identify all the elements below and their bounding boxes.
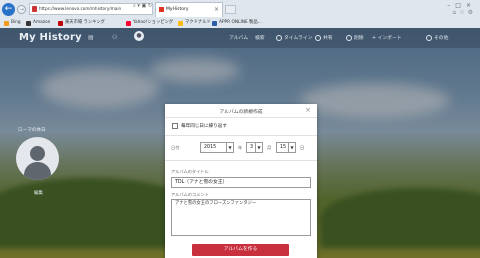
- create-album-button[interactable]: アルバムを作る: [192, 244, 289, 256]
- new-tab-button[interactable]: [225, 5, 236, 14]
- tab-favicon: [159, 7, 164, 12]
- day-unit: 日: [300, 145, 305, 150]
- month-select[interactable]: 3 ▼: [246, 142, 263, 153]
- close-icon[interactable]: ×: [305, 106, 311, 114]
- star-icon[interactable]: ☆: [459, 9, 467, 16]
- address-text: https://www.lenovo.com/mhistory/main: [39, 6, 122, 11]
- day-select[interactable]: 15 ▼: [276, 142, 296, 153]
- calendar-icon[interactable]: ▤: [88, 34, 94, 41]
- person-icon: [30, 146, 45, 161]
- refresh-icon[interactable]: ↻: [148, 3, 152, 9]
- menu-other[interactable]: その他: [426, 34, 448, 41]
- window-controls: –□×: [447, 2, 476, 9]
- fav-bing[interactable]: Bing: [4, 19, 21, 27]
- person-body-icon: [24, 162, 51, 180]
- maximize-icon[interactable]: □: [455, 2, 466, 9]
- chevron-down-icon: ▼: [226, 143, 233, 152]
- album-title-label: アルバムのタイトル: [171, 169, 209, 174]
- menu-import[interactable]: + インポート: [372, 34, 402, 41]
- date-label: 日付: [171, 145, 180, 150]
- gear-icon[interactable]: ⚙: [468, 9, 476, 16]
- fav-yahoo[interactable]: Yahoo!ショッピング: [126, 19, 173, 27]
- menu-search[interactable]: 検索: [255, 34, 265, 41]
- avatar-icon[interactable]: ●: [134, 31, 144, 41]
- year-unit: 年: [238, 145, 243, 150]
- divider: [165, 135, 317, 136]
- tab-close-icon[interactable]: ×: [214, 3, 219, 17]
- fav-mcdonalds[interactable]: マクドナルド: [178, 19, 211, 27]
- menu-timeline[interactable]: タイムライン: [276, 34, 312, 41]
- profile-name: ローマの休日: [18, 128, 46, 133]
- album-title-input[interactable]: TDL（アナと雪の女王）: [171, 177, 311, 188]
- year-select[interactable]: 2015 ▼: [200, 142, 234, 153]
- address-tools: ⌕ ▾ ▣ ↻: [133, 3, 152, 9]
- app-header: My History ▤ ⚇ ● アルバム 検索 タイムライン 共有 削除 + …: [0, 28, 480, 48]
- browser-tools: ⌂☆⚙: [452, 9, 476, 16]
- month-value: 3: [250, 145, 254, 150]
- avatar-edit-label[interactable]: 編集: [34, 190, 43, 196]
- page-background: My History ▤ ⚇ ● アルバム 検索 タイムライン 共有 削除 + …: [0, 28, 480, 258]
- browser-chrome: ← → https://www.lenovo.com/mhistory/main…: [0, 0, 480, 28]
- dialog-title: アルバムの新規作成: [219, 110, 263, 115]
- new-album-dialog: アルバムの新規作成 × 毎年同じ日に繰り返す 日付 2015 ▼ 年 3 ▼ 月…: [165, 104, 317, 258]
- chevron-down-icon: ▼: [288, 143, 295, 152]
- site-icon: [32, 6, 37, 12]
- month-unit: 月: [267, 145, 272, 150]
- dropdown-icon[interactable]: ▾: [137, 3, 140, 9]
- divider: [165, 117, 317, 118]
- fav-amazon[interactable]: Amazon: [26, 19, 50, 27]
- people-icon[interactable]: ⚇: [112, 34, 117, 41]
- album-comment-textarea[interactable]: アナと雪の女王のフローズンファンタジー: [171, 199, 311, 236]
- tab-title: MyHistory: [166, 7, 189, 12]
- lock-icon: ▣: [141, 3, 147, 9]
- tab-myhistory[interactable]: MyHistory ×: [155, 2, 223, 17]
- back-button[interactable]: ←: [2, 3, 15, 16]
- divider: [165, 160, 317, 161]
- year-value: 2015: [204, 145, 217, 150]
- fav-appr[interactable]: APPR ONLINE 製品...: [212, 19, 262, 27]
- fav-rakuten[interactable]: 楽天市場 ランキング: [58, 19, 105, 27]
- search-icon[interactable]: ⌕: [133, 3, 136, 9]
- repeat-yearly-checkbox[interactable]: [172, 123, 178, 129]
- repeat-yearly-label: 毎年同じ日に繰り返す: [181, 124, 227, 129]
- day-value: 15: [280, 145, 287, 150]
- forward-button[interactable]: →: [17, 5, 26, 14]
- menu-share[interactable]: 共有: [315, 34, 333, 41]
- close-window-icon[interactable]: ×: [466, 2, 476, 9]
- album-comment-label: アルバムのコメント: [171, 192, 209, 197]
- chevron-down-icon: ▼: [255, 143, 262, 152]
- menu-albums[interactable]: アルバム: [229, 34, 248, 41]
- app-title: My History: [19, 32, 82, 43]
- menu-delete[interactable]: 削除: [346, 34, 364, 41]
- address-row: ← → https://www.lenovo.com/mhistory/main…: [0, 2, 480, 18]
- avatar[interactable]: [16, 137, 59, 180]
- favorites-bar: Bing Amazon 楽天市場 ランキング Yahoo!ショッピング マクドナ…: [0, 18, 480, 28]
